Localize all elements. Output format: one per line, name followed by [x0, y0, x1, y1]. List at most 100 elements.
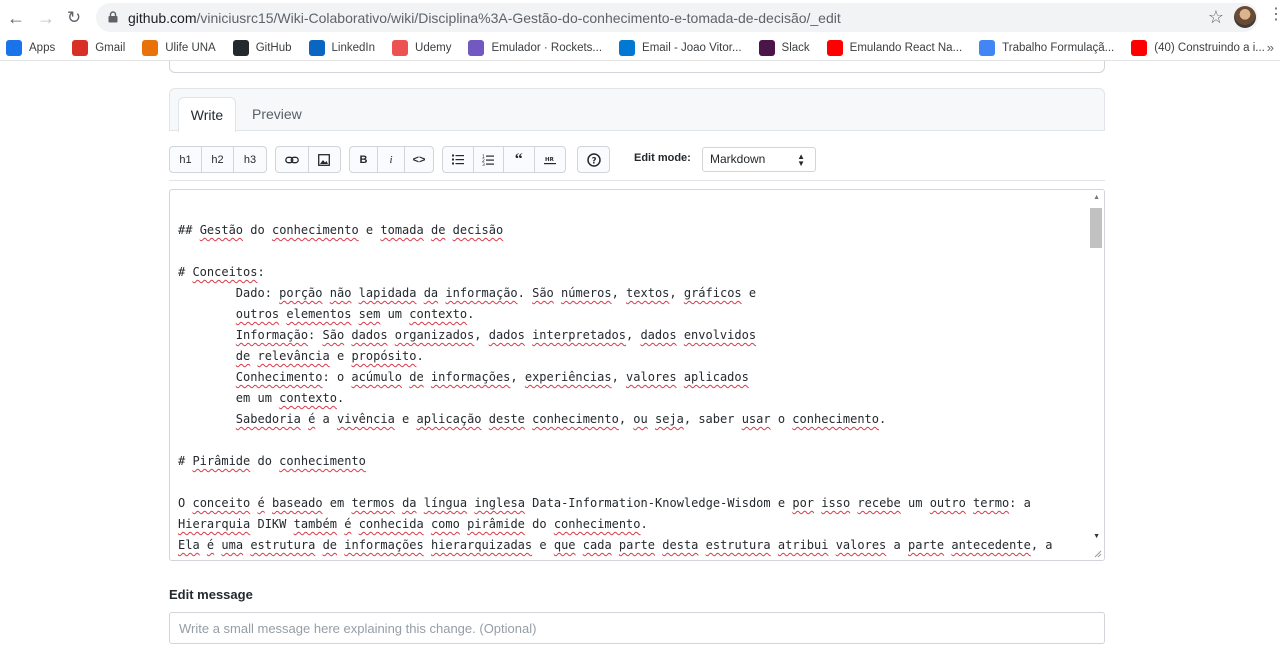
bookmarks-bar: Apps Gmail Ulife UNA GitHub LinkedIn Udemy Emu… [0, 36, 1280, 61]
editor-scrollbar[interactable]: ▲ ▼ [1088, 190, 1104, 560]
tab-write[interactable]: Write [178, 97, 236, 132]
bold-icon: B [359, 153, 368, 166]
bookmark-star-icon[interactable]: ☆ [1208, 7, 1224, 28]
slack-icon [758, 40, 775, 56]
tab-preview[interactable]: Preview [240, 97, 314, 132]
edit-mode-label: Edit mode: [634, 152, 691, 164]
edit-mode-select[interactable]: Markdown ▲︎ ▼ [702, 147, 816, 172]
link-button[interactable] [276, 147, 309, 172]
italic-icon: i [389, 153, 393, 166]
bookmark-youtube[interactable]: Emulando React Na... [826, 40, 963, 56]
bullet-list-icon [451, 154, 464, 165]
editor-line: # Conceitos: [178, 265, 265, 279]
heading-button-group: h1 h2 h3 [169, 146, 267, 173]
h2-button[interactable]: h2 [202, 147, 234, 172]
unordered-list-button[interactable] [443, 147, 474, 172]
markdown-editor-textarea[interactable]: ## Gestão do conhecimento e tomada de de… [169, 189, 1105, 561]
address-bar[interactable]: github.com/viniciusrc15/Wiki-Colaborativ… [96, 3, 1258, 32]
resize-grip-icon[interactable] [1092, 548, 1102, 558]
mail-icon [619, 40, 636, 56]
apps-grid-icon [6, 40, 22, 56]
insert-button-group [275, 146, 341, 173]
code-button[interactable]: <> [405, 147, 433, 172]
youtube-icon [826, 40, 843, 56]
bookmark-label: Slack [781, 42, 810, 54]
list-button-group: 1 2 3 “ HR [442, 146, 566, 173]
editor-line: # Pirâmide do conhecimento [178, 454, 366, 468]
edit-message-input[interactable] [169, 612, 1105, 644]
horizontal-rule-button[interactable]: HR [535, 147, 565, 172]
scroll-down-arrow-icon[interactable]: ▼ [1093, 533, 1100, 540]
editor-line: O conceito é baseado em termos da língua… [178, 496, 1031, 510]
url-text: github.com/viniciusrc15/Wiki-Colaborativ… [128, 10, 841, 26]
horizontal-rule-icon: HR [543, 157, 556, 164]
bookmark-linkedin[interactable]: LinkedIn [308, 40, 376, 56]
image-button[interactable] [309, 147, 341, 172]
bookmark-rocketseat[interactable]: Emulador · Rockets... [468, 40, 602, 56]
bookmark-label: Gmail [95, 42, 126, 54]
h3-button[interactable]: h3 [234, 147, 266, 172]
bookmark-label: Email - Joao Vitor... [642, 42, 742, 54]
editor-line: outros elementos sem um contexto. [235, 307, 475, 321]
bookmark-mail[interactable]: Email - Joao Vitor... [619, 40, 742, 56]
bookmark-google-docs[interactable]: Trabalho Formulaçã... [979, 40, 1114, 56]
numbered-list-icon: 1 2 3 [482, 154, 495, 166]
bookmark-slack[interactable]: Slack [758, 40, 810, 56]
code-icon: <> [412, 153, 426, 166]
bookmark-label: Udemy [415, 42, 452, 54]
bookmark-gmail[interactable]: Gmail [72, 40, 125, 56]
rocketseat-icon [468, 40, 485, 56]
edit-message-label: Edit message [169, 587, 253, 602]
editor-line: Sabedoria é a vivência e aplicação deste… [235, 412, 887, 426]
youtube-icon [1131, 40, 1148, 56]
editor-tab-bar: Write Preview [169, 88, 1105, 132]
svg-text:?: ? [591, 156, 596, 166]
forward-arrow-icon[interactable]: → [34, 6, 58, 30]
bookmark-ulife[interactable]: Ulife UNA [142, 40, 216, 56]
bookmark-label: Trabalho Formulaçã... [1002, 42, 1115, 54]
google-docs-icon [979, 40, 996, 56]
editor-line: Informação: São dados organizados, dados… [235, 328, 757, 342]
reload-icon[interactable]: ↻ [62, 6, 86, 30]
editor-line: ## Gestão do conhecimento e tomada de de… [178, 223, 504, 237]
editor-line: Hierarquia DIKW também é conhecida como … [178, 517, 648, 531]
editor-line: Dado: porção não lapidada da informação.… [235, 286, 757, 300]
bookmark-label: Emulando React Na... [849, 42, 963, 54]
bookmark-label: (40) Construindo a i... [1154, 42, 1265, 54]
ordered-list-button[interactable]: 1 2 3 [474, 147, 504, 172]
toolbar-divider [169, 180, 1105, 181]
bookmark-youtube[interactable]: (40) Construindo a i... [1131, 40, 1265, 56]
help-button[interactable]: ? [578, 147, 609, 172]
profile-avatar[interactable] [1234, 6, 1256, 28]
back-arrow-icon[interactable]: ← [4, 6, 28, 30]
editor-line: de relevância e propósito. [235, 349, 424, 363]
italic-button[interactable]: i [378, 147, 405, 172]
quote-icon: “ [514, 150, 523, 168]
bold-button[interactable]: B [350, 147, 378, 172]
blockquote-button[interactable]: “ [504, 147, 535, 172]
editor-line: Conhecimento: o acúmulo de informações, … [235, 370, 749, 384]
link-icon [284, 156, 299, 163]
question-circle-icon: ? [586, 152, 601, 167]
scroll-up-arrow-icon[interactable]: ▲ [1093, 194, 1100, 201]
bookmark-label: LinkedIn [331, 42, 376, 54]
h1-button[interactable]: h1 [170, 147, 202, 172]
url-path: /viniciusrc15/Wiki-Colaborativo/wiki/Dis… [196, 10, 841, 26]
edit-mode-value: Markdown [710, 152, 766, 166]
browser-menu-icon[interactable]: ⋮ [1268, 7, 1280, 23]
format-button-group: B i <> [349, 146, 434, 173]
bookmark-github[interactable]: GitHub [232, 40, 292, 56]
svg-text:HR: HR [545, 157, 555, 163]
svg-text:3: 3 [482, 162, 485, 166]
more-bookmarks-icon[interactable]: » [1267, 40, 1274, 55]
bookmark-apps-grid[interactable]: Apps [6, 40, 55, 56]
ulife-icon [142, 40, 159, 56]
bookmark-label: Emulador · Rockets... [491, 42, 603, 54]
editor-line: Ela é uma estrutura de informações hiera… [178, 538, 1053, 552]
bookmark-label: Apps [29, 42, 56, 54]
scrollbar-thumb[interactable] [1090, 208, 1102, 248]
udemy-icon [392, 40, 409, 56]
bookmark-udemy[interactable]: Udemy [392, 40, 451, 56]
